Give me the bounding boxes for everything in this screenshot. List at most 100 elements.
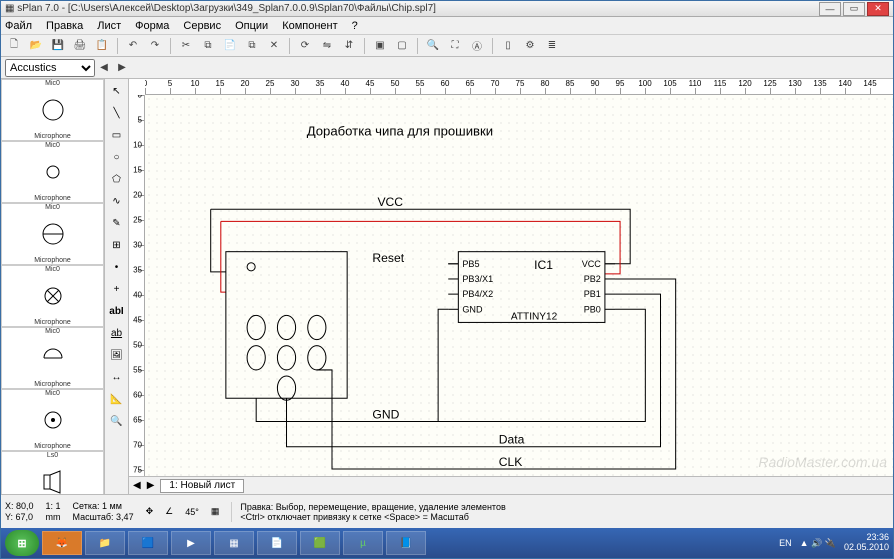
library-item[interactable]: Ls0Speaker: [1, 451, 104, 494]
text-tool-icon[interactable]: abI: [107, 301, 127, 321]
lib-prev-icon[interactable]: ◀: [95, 59, 113, 77]
duplicate-icon[interactable]: ⧉: [243, 37, 261, 55]
mirror-h-icon[interactable]: ⇋: [318, 37, 336, 55]
tab-next-icon[interactable]: ▶: [147, 480, 155, 491]
system-tray: EN ▲ 🔊 🔌 23:3602.05.2010: [779, 533, 889, 553]
minimize-button[interactable]: —: [819, 2, 841, 16]
library-select[interactable]: Accustics: [5, 59, 95, 77]
net-vcc-label: VCC: [377, 195, 403, 209]
new-icon[interactable]: 🗋: [5, 37, 23, 55]
library-item[interactable]: Mic0Microphone: [1, 79, 104, 141]
svg-text:PB4/X2: PB4/X2: [462, 289, 493, 299]
zoom-icon[interactable]: 🔍: [424, 37, 442, 55]
cross-tool-icon[interactable]: +: [107, 279, 127, 299]
task-app4[interactable]: 📘: [386, 531, 426, 555]
drawing-canvas[interactable]: Доработка чипа для прошивки VCC Reset: [145, 95, 893, 476]
save-icon[interactable]: 💾: [49, 37, 67, 55]
open-icon[interactable]: 📂: [27, 37, 45, 55]
tab-prev-icon[interactable]: ◀: [133, 480, 141, 491]
menu-options[interactable]: Опции: [235, 20, 268, 32]
lib-next-icon[interactable]: ▶: [113, 59, 131, 77]
ic-ref: IC1: [534, 258, 553, 272]
task-utorrent[interactable]: µ: [343, 531, 383, 555]
menu-component[interactable]: Компонент: [282, 20, 337, 32]
app-icon: ▦: [5, 3, 14, 14]
redo-icon[interactable]: ↷: [146, 37, 164, 55]
find-icon[interactable]: Ⓐ: [468, 37, 486, 55]
windows-taskbar: ⊞ 🦊 📁 🟦 ▶ ▦ 📄 🟩 µ 📘 EN ▲ 🔊 🔌 23:3602.05.…: [1, 528, 893, 558]
menu-service[interactable]: Сервис: [183, 20, 221, 32]
schematic-title: Доработка чипа для прошивки: [307, 123, 493, 138]
svg-text:VCC: VCC: [582, 259, 602, 269]
mirror-v-icon[interactable]: ⇵: [340, 37, 358, 55]
library-item[interactable]: Mic0Microphone: [1, 389, 104, 451]
maximize-button[interactable]: ▭: [843, 2, 865, 16]
layers-icon[interactable]: ≣: [543, 37, 561, 55]
options-icon[interactable]: ⚙: [521, 37, 539, 55]
delete-icon[interactable]: ✕: [265, 37, 283, 55]
library-item[interactable]: Mic0Microphone: [1, 141, 104, 203]
rotate-icon[interactable]: ⟳: [296, 37, 314, 55]
library-item[interactable]: Mic0Microphone: [1, 327, 104, 389]
image-tool-icon[interactable]: 🖼: [107, 345, 127, 365]
special-tool-icon[interactable]: ⊞: [107, 235, 127, 255]
line-tool-icon[interactable]: ╲: [107, 103, 127, 123]
align-icon[interactable]: ▦: [211, 506, 220, 517]
menu-sheet[interactable]: Лист: [97, 20, 121, 32]
menu-edit[interactable]: Правка: [46, 20, 83, 32]
tray-lang[interactable]: EN: [779, 538, 792, 548]
tray-clock[interactable]: 23:3602.05.2010: [844, 533, 889, 553]
menu-form[interactable]: Форма: [135, 20, 169, 32]
status-angle: 45°: [185, 507, 199, 517]
component-library: Mic0MicrophoneMic0MicrophoneMic0Micropho…: [1, 79, 105, 494]
close-button[interactable]: ✕: [867, 2, 889, 16]
task-app1[interactable]: 🟦: [128, 531, 168, 555]
menu-file[interactable]: Файл: [5, 20, 32, 32]
task-splan[interactable]: ▦: [214, 531, 254, 555]
task-app3[interactable]: 🟩: [300, 531, 340, 555]
library-item[interactable]: Mic0Microphone: [1, 265, 104, 327]
node-tool-icon[interactable]: •: [107, 257, 127, 277]
library-item[interactable]: Mic0Microphone: [1, 203, 104, 265]
ungroup-icon[interactable]: ▢: [393, 37, 411, 55]
zoom-tool-icon[interactable]: 🔍: [107, 411, 127, 431]
svg-text:PB0: PB0: [584, 304, 601, 314]
status-units: 1: 1mm: [46, 501, 61, 523]
freehand-tool-icon[interactable]: ✎: [107, 213, 127, 233]
task-firefox[interactable]: 🦊: [42, 531, 82, 555]
clipboard-icon[interactable]: 📋: [93, 37, 111, 55]
bezier-tool-icon[interactable]: ∿: [107, 191, 127, 211]
tray-icons[interactable]: ▲ 🔊 🔌: [800, 538, 836, 549]
task-app2[interactable]: 📄: [257, 531, 297, 555]
vertical-ruler: 0510152025303540455055606570758085: [129, 95, 145, 476]
zoom-fit-icon[interactable]: ⛶: [446, 37, 464, 55]
paste-icon[interactable]: 📄: [221, 37, 239, 55]
menu-bar: Файл Правка Лист Форма Сервис Опции Комп…: [1, 17, 893, 35]
poly-tool-icon[interactable]: ⬠: [107, 169, 127, 189]
snap-icon[interactable]: ✥: [146, 506, 154, 517]
measure-tool-icon[interactable]: 📐: [107, 389, 127, 409]
label-tool-icon[interactable]: ab: [107, 323, 127, 343]
dimension-tool-icon[interactable]: ↔: [107, 367, 127, 387]
group-icon[interactable]: ▣: [371, 37, 389, 55]
rect-tool-icon[interactable]: ▭: [107, 125, 127, 145]
angle-icon[interactable]: ∠: [165, 506, 173, 517]
cut-icon[interactable]: ✂: [177, 37, 195, 55]
svg-text:PB1: PB1: [584, 289, 601, 299]
sheet-tabs: ◀ ▶ 1: Новый лист: [129, 476, 893, 494]
main-toolbar: 🗋 📂 💾 🖨 📋 ↶ ↷ ✂ ⧉ 📄 ⧉ ✕ ⟳ ⇋ ⇵ ▣ ▢ 🔍 ⛶ Ⓐ …: [1, 35, 893, 57]
sheet-icon[interactable]: ▯: [499, 37, 517, 55]
copy-icon[interactable]: ⧉: [199, 37, 217, 55]
window-titlebar: ▦ sPlan 7.0 - [C:\Users\Алексей\Desktop\…: [1, 1, 893, 17]
start-button[interactable]: ⊞: [5, 530, 39, 556]
task-mediaplayer[interactable]: ▶: [171, 531, 211, 555]
pointer-tool-icon[interactable]: ↖: [107, 81, 127, 101]
circle-tool-icon[interactable]: ○: [107, 147, 127, 167]
print-icon[interactable]: 🖨: [71, 37, 89, 55]
menu-help[interactable]: ?: [352, 20, 358, 32]
sheet-tab-1[interactable]: 1: Новый лист: [160, 479, 244, 493]
undo-icon[interactable]: ↶: [124, 37, 142, 55]
horizontal-ruler: 0510152025303540455055606570758085909510…: [145, 79, 893, 95]
task-explorer[interactable]: 📁: [85, 531, 125, 555]
svg-text:PB2: PB2: [584, 274, 601, 284]
